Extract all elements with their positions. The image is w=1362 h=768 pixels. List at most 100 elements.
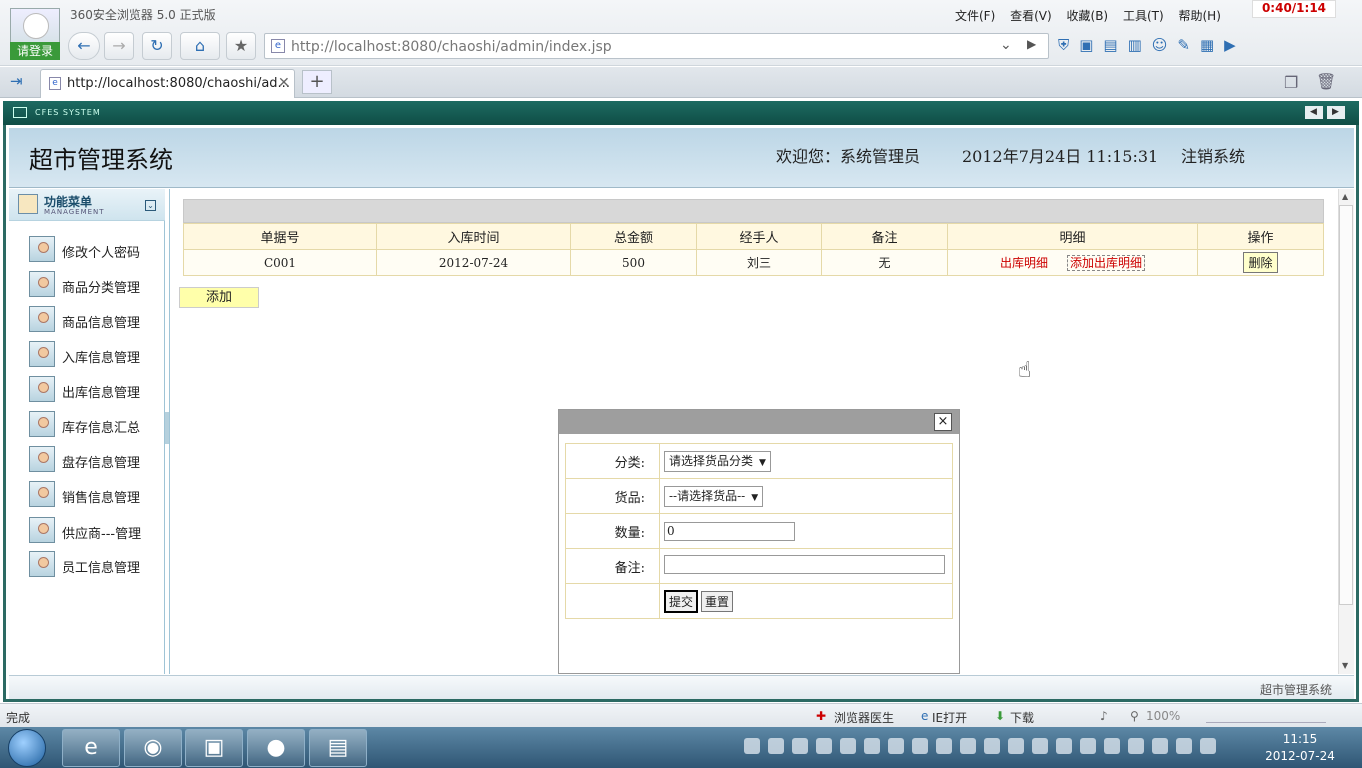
login-button[interactable]: 请登录 [10,42,60,60]
note-label: 备注: [565,548,660,584]
back-button[interactable]: ← [68,32,100,60]
logout-link[interactable]: 注销系统 [1181,143,1245,167]
sidebar-header: 功能菜单 MANAGEMENT ⌄ [9,189,165,221]
dialog-titlebar[interactable] [559,410,959,434]
sidebar-item-goods[interactable]: 商品信息管理 [29,306,159,332]
go-icon[interactable]: ▶ [1027,37,1036,51]
back-arrow-icon: ← [77,36,91,55]
sidebar-item-label: 员工信息管理 [62,561,141,576]
taskbar-clock[interactable]: 11:15 2012-07-24 [1262,731,1338,765]
cell-amount: 500 [570,249,697,276]
ie-icon: e [921,709,929,723]
add-detail-link[interactable]: 添加出库明细 [1067,255,1146,271]
browser-statusbar: 完成 ✚ 浏览器医生 e IE打开 ⬇ 下载 ♪ ⚲ 100% [0,703,1362,727]
col-header-amount: 总金额 [570,223,697,250]
refresh-button[interactable]: ↻ [142,32,172,60]
goods-select[interactable]: --请选择货品-- ▼ [664,485,764,507]
sidebar-item-stock-in[interactable]: 入库信息管理 [29,341,159,367]
sidebar-item-supplier[interactable]: 供应商---管理 [29,517,159,543]
reset-button[interactable]: 重置 [701,590,734,612]
system-tray[interactable] [744,738,1254,758]
goods-label: 货品: [565,478,660,514]
sidebar-toggle-icon[interactable]: ⇥ [10,72,23,90]
detail-link[interactable]: 出库明细 [1000,256,1048,270]
add-button[interactable]: 添加 [179,287,259,308]
col-header-detail: 明细 [947,223,1198,250]
new-tab-button[interactable]: + [302,70,332,94]
download-link[interactable]: 下载 [1010,709,1034,726]
sidebar-item-change-password[interactable]: 修改个人密码 [29,236,159,262]
address-text[interactable]: http://localhost:8080/chaoshi/admin/inde… [291,39,612,55]
frame-title: CFES SYSTEM [35,108,101,117]
category-select[interactable]: 请选择货品分类 ▼ [664,450,771,472]
toolbox-taskbar-button[interactable]: ▣ [185,729,243,767]
page-title: 超市管理系统 [29,146,173,174]
qty-input[interactable]: 0 [664,521,795,541]
table-header-row: 单据号 入库时间 总金额 经手人 备注 明细 操作 [183,223,1324,250]
scroll-down-icon[interactable]: ▼ [1342,661,1348,670]
browser-brand: 360安全浏览器 5.0 正式版 [70,8,216,22]
cell-note: 无 [821,249,948,276]
explorer-taskbar-button[interactable]: ▤ [309,729,367,767]
browser-doctor-link[interactable]: 浏览器医生 [834,709,894,726]
scroll-right-icon[interactable]: ▶ [1327,106,1345,119]
timer-overlay: 0:40/1:14 [1252,0,1336,18]
volume-icon[interactable]: ♪ [1100,709,1108,723]
user-icon [29,517,55,543]
home-button[interactable]: ⌂ [180,32,220,60]
trash-icon[interactable]: 🗑 [1316,72,1336,91]
sidebar-item-inventory-summary[interactable]: 库存信息汇总 [29,411,159,437]
sidebar-item-stock-out[interactable]: 出库信息管理 [29,376,159,402]
eclipse-taskbar-button[interactable]: ● [247,729,305,767]
status-text: 完成 [6,711,31,725]
tab-title: http://localhost:8080/chaoshi/ad... [67,76,290,91]
sidebar-item-sales[interactable]: 销售信息管理 [29,481,159,507]
menu-tools[interactable]: 工具(T) [1123,9,1164,23]
browser-360-taskbar-button[interactable]: ◉ [124,729,182,767]
category-label: 分类: [565,443,660,479]
favorite-button[interactable]: ★ [226,32,256,60]
scroll-left-icon[interactable]: ◀ [1305,106,1323,119]
sidebar-item-staff[interactable]: 员工信息管理 [29,551,159,577]
ie-taskbar-button[interactable]: e [62,729,120,767]
user-icon [29,551,55,577]
dropdown-chevron-icon[interactable]: ⌄ [1000,37,1012,53]
menu-view[interactable]: 查看(V) [1010,9,1052,23]
dropdown-arrow-icon: ▼ [751,492,759,503]
address-bar[interactable]: e http://localhost:8080/chaoshi/admin/in… [264,33,1049,59]
submit-button[interactable]: 提交 [664,589,699,613]
user-icon [29,271,55,297]
forward-button[interactable]: → [104,32,134,60]
cell-handler: 刘三 [696,249,822,276]
dialog-close-button[interactable]: × [934,413,952,431]
toolbox-icon: ▣ [203,735,225,760]
delete-button[interactable]: 删除 [1243,252,1278,273]
sidebar-item-label: 库存信息汇总 [62,421,141,436]
scroll-up-icon[interactable]: ▲ [1342,192,1348,201]
sidebar-item-category[interactable]: 商品分类管理 [29,271,159,297]
user-icon [29,411,55,437]
collapse-icon[interactable]: ⌄ [145,200,156,211]
ie-icon: e [84,735,98,760]
close-icon[interactable]: ✕ [278,75,290,91]
detail-form: 分类: 请选择货品分类 ▼ 货品: --请选择货品-- ▼ 数量: 0 备注: 提交… [565,443,953,619]
sidebar-item-label: 商品分类管理 [62,281,141,296]
col-header-note: 备注 [821,223,948,250]
tab-current[interactable]: e http://localhost:8080/chaoshi/ad... ✕ [40,69,295,98]
sidebar-item-label: 入库信息管理 [62,351,141,366]
start-button[interactable] [8,729,46,767]
restore-tabs-icon[interactable]: ❐ [1284,73,1298,92]
scrollbar-thumb[interactable] [1339,205,1353,605]
sidebar-item-stocktake[interactable]: 盘存信息管理 [29,446,159,472]
menu-favorites[interactable]: 收藏(B) [1067,9,1109,23]
zoom-level[interactable]: 100% [1146,709,1180,723]
menu-help[interactable]: 帮助(H) [1178,9,1220,23]
note-input[interactable] [664,554,945,574]
ie-open-link[interactable]: IE打开 [932,709,967,726]
home-icon: ⌂ [194,36,206,55]
zoom-slider[interactable] [1206,707,1326,723]
menu-file[interactable]: 文件(F) [955,9,995,23]
toolbar-extension-icons[interactable]: ⛨▣▤▥☺✎▦▶ [1058,36,1328,58]
page-icon: e [271,39,285,53]
sidebar-item-label: 销售信息管理 [62,491,141,506]
